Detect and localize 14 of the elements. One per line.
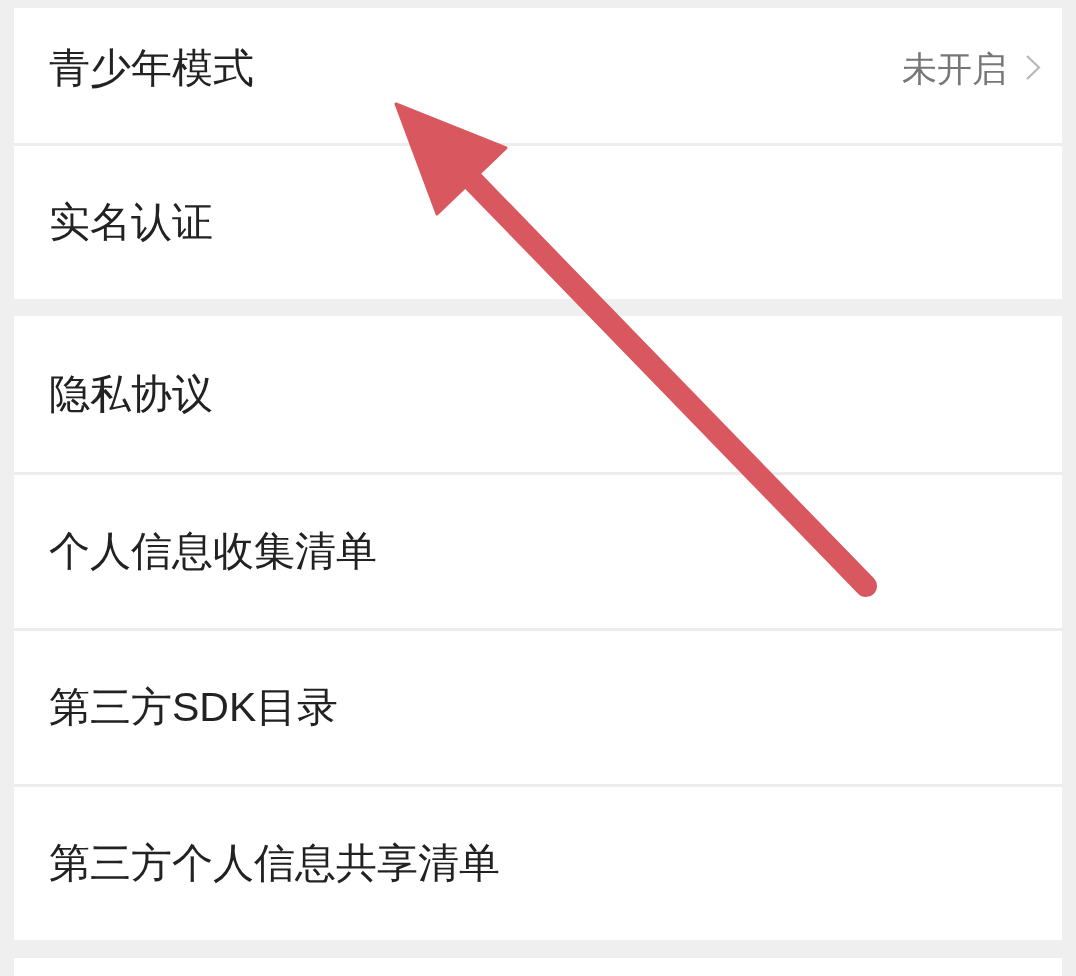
list-item[interactable]: 个人信息收集清单 bbox=[14, 472, 1062, 628]
list-item[interactable]: 实名认证 bbox=[14, 143, 1062, 299]
item-label: 第三方个人信息共享清单 bbox=[49, 843, 500, 884]
list-item[interactable]: 隐私协议 bbox=[14, 316, 1062, 472]
list-item[interactable]: 第三方个人信息共享清单 bbox=[14, 784, 1062, 940]
item-label: 个人信息收集清单 bbox=[49, 531, 377, 572]
list-item[interactable]: 青少年模式 未开启 bbox=[14, 8, 1062, 143]
item-label: 实名认证 bbox=[49, 202, 213, 243]
list-item[interactable]: 第三方SDK目录 bbox=[14, 628, 1062, 784]
status-value: 未开启 bbox=[902, 51, 1007, 86]
item-label: 第三方SDK目录 bbox=[49, 687, 339, 728]
chevron-right-icon bbox=[1025, 54, 1041, 81]
item-label: 青少年模式 bbox=[49, 48, 254, 89]
item-label: 隐私协议 bbox=[49, 373, 213, 415]
